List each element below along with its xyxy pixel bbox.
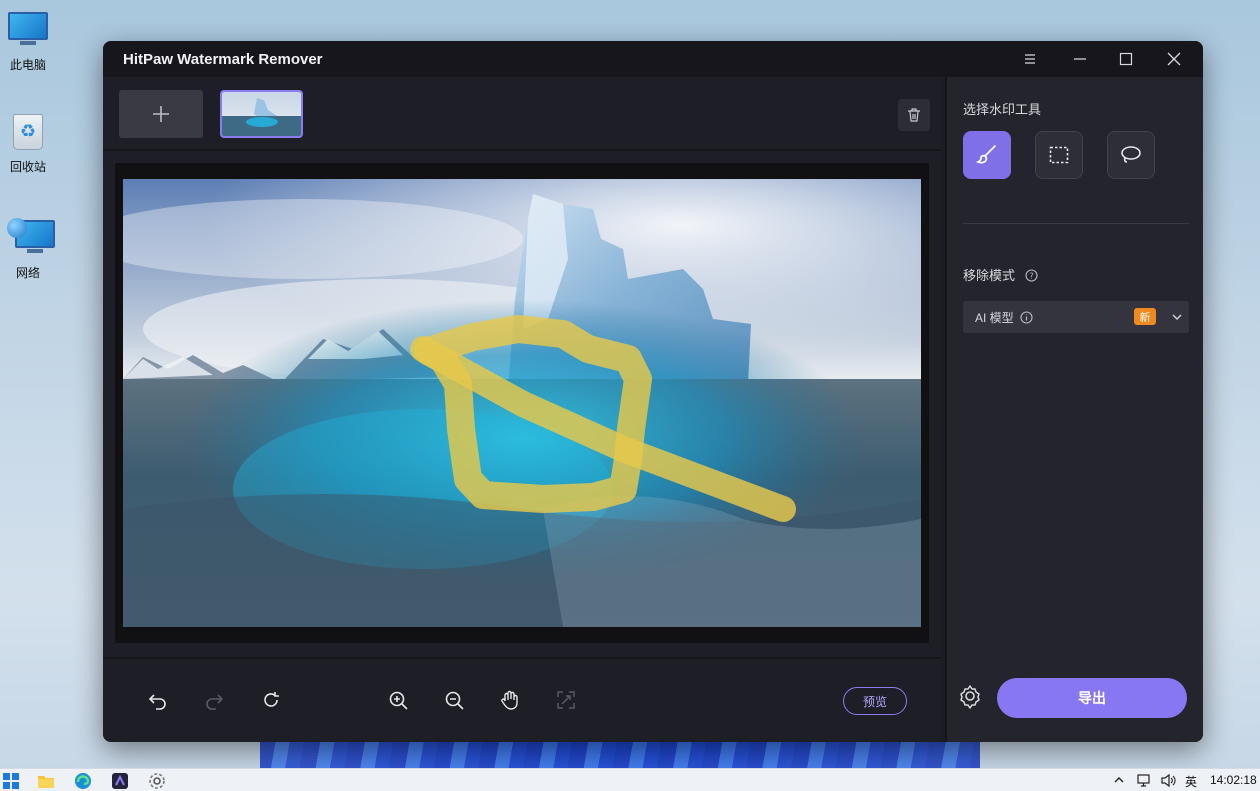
menu-icon <box>1025 54 1035 64</box>
windows-start-icon[interactable] <box>2 772 20 790</box>
refresh-icon <box>264 692 279 707</box>
bottom-toolbar: 预览 <box>103 657 941 742</box>
desktop-icon-network[interactable]: 网络 <box>2 216 55 281</box>
add-image-button[interactable] <box>119 90 203 138</box>
thumbnail-image <box>222 92 301 136</box>
desktop-icon-this-pc[interactable]: 此电脑 <box>2 8 54 73</box>
zoom-in-button[interactable] <box>383 685 413 715</box>
fit-screen-button[interactable] <box>551 685 581 715</box>
redo-icon <box>206 694 224 710</box>
network-status-icon[interactable] <box>1136 773 1151 788</box>
edit-image[interactable] <box>123 179 921 627</box>
sidebar-divider <box>963 223 1189 224</box>
new-badge: 新 <box>1134 308 1156 325</box>
input-method-indicator[interactable]: 英 <box>1185 773 1197 790</box>
close-button[interactable] <box>1151 41 1197 77</box>
chevron-up-icon[interactable] <box>1112 773 1126 787</box>
delete-button[interactable] <box>898 99 930 131</box>
settings-app-icon[interactable] <box>148 772 166 790</box>
dashed-rectangle-icon <box>1049 146 1069 164</box>
divider <box>103 149 941 151</box>
redo-button[interactable] <box>199 685 229 715</box>
edge-browser-icon[interactable] <box>74 772 92 790</box>
thumbnail-strip <box>103 77 941 149</box>
minimize-button[interactable] <box>1057 41 1103 77</box>
editor-pane: 预览 <box>103 77 941 742</box>
menu-button[interactable] <box>1007 41 1053 77</box>
recycle-bin-icon <box>7 114 49 154</box>
zoom-out-button[interactable] <box>439 685 469 715</box>
app-title: HitPaw Watermark Remover <box>123 51 323 68</box>
chevron-down-icon <box>1172 314 1182 321</box>
preview-button[interactable]: 预览 <box>843 687 907 715</box>
export-button[interactable]: 导出 <box>997 678 1187 718</box>
mode-value: AI 模型 <box>975 310 1014 325</box>
network-icon <box>7 218 55 260</box>
settings-gear-icon[interactable] <box>957 683 983 709</box>
maximize-button[interactable] <box>1103 41 1149 77</box>
svg-text:?: ? <box>1029 272 1033 281</box>
info-icon <box>1020 310 1033 324</box>
plus-icon <box>153 106 169 122</box>
desktop-icon-label: 回收站 <box>9 160 46 174</box>
brush-icon <box>975 145 996 164</box>
iceberg-photo <box>123 179 921 627</box>
close-icon <box>1167 52 1181 66</box>
volume-icon[interactable] <box>1160 773 1176 788</box>
taskbar: 英 14:02:18 <box>0 768 1260 791</box>
minimize-icon <box>1074 58 1086 60</box>
trash-icon <box>908 108 920 122</box>
image-canvas[interactable] <box>115 163 929 643</box>
removal-mode-label: 移除模式 ? <box>963 265 1038 284</box>
hitpaw-app-icon[interactable] <box>111 772 129 790</box>
image-thumbnail[interactable] <box>220 90 303 138</box>
removal-mode-select[interactable]: AI 模型 新 <box>963 301 1189 333</box>
lasso-icon <box>1121 146 1141 163</box>
reset-button[interactable] <box>256 685 286 715</box>
desktop-icon-label: 网络 <box>15 266 40 280</box>
rectangle-select-button[interactable] <box>1035 131 1083 179</box>
pan-button[interactable] <box>495 685 525 715</box>
removal-mode-text: 移除模式 <box>963 268 1016 283</box>
lasso-tool-button[interactable] <box>1107 131 1155 179</box>
desktop-icon-recycle-bin[interactable]: 回收站 <box>2 112 54 175</box>
clock-time[interactable]: 14:02:18 <box>1210 773 1257 787</box>
brush-tool-button[interactable] <box>963 131 1011 179</box>
tool-sidebar: 选择水印工具 移除模式 ? AI 模型 新 导出 <box>945 77 1203 742</box>
hand-icon <box>501 690 518 710</box>
zoom-out-icon <box>445 691 464 710</box>
app-window: HitPaw Watermark Remover 预览 选择水印工具 移除模式 … <box>103 41 1203 742</box>
undo-icon <box>148 694 166 710</box>
fit-screen-icon <box>557 691 575 709</box>
help-icon[interactable]: ? <box>1025 269 1038 282</box>
undo-button[interactable] <box>143 685 173 715</box>
file-explorer-icon[interactable] <box>37 772 55 790</box>
computer-icon <box>7 12 49 52</box>
wallpaper-ribbon <box>260 738 980 768</box>
title-bar[interactable]: HitPaw Watermark Remover <box>103 41 1203 77</box>
select-tool-label: 选择水印工具 <box>963 102 1042 117</box>
zoom-in-icon <box>389 691 408 710</box>
maximize-icon <box>1119 52 1133 66</box>
desktop-icon-label: 此电脑 <box>9 58 46 72</box>
